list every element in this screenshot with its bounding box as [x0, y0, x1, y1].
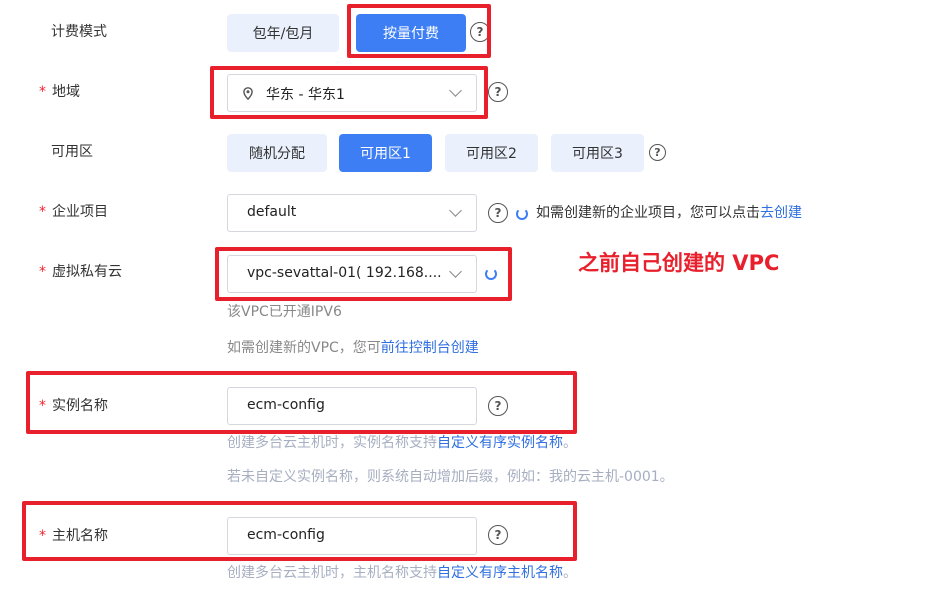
custom-host-name-link[interactable]: 自定义有序主机名称 — [437, 565, 563, 581]
billing-label: 计费模式 — [51, 24, 107, 40]
enterprise-project-value: default — [247, 204, 297, 220]
zone-option-random[interactable]: 随机分配 — [227, 134, 327, 172]
vpc-create-link[interactable]: 前往控制台创建 — [381, 340, 479, 356]
region-label: * 地域 — [39, 82, 80, 102]
required-mark: * — [39, 204, 46, 220]
zone-option-2[interactable]: 可用区2 — [445, 134, 538, 172]
instance-name-hint-text: 创建多台云主机时，实例名称支持 — [227, 435, 437, 451]
vpc-create-hint-text: 如需创建新的VPC，您可 — [227, 340, 381, 356]
highlight-box-host-name — [22, 501, 577, 561]
enterprise-project-label-text: 企业项目 — [52, 204, 108, 220]
vpc-label-text: 虚拟私有云 — [52, 264, 122, 280]
custom-instance-name-link[interactable]: 自定义有序实例名称 — [437, 435, 563, 451]
highlight-box-instance-name — [26, 371, 577, 434]
vpc-label: * 虚拟私有云 — [39, 262, 122, 282]
vpc-ipv6-note: 该VPC已开通IPV6 — [227, 304, 342, 320]
instance-name-suffix-hint: 若未自定义实例名称，则系统自动增加后缀，例如：我的云主机-0001。 — [227, 469, 674, 485]
instance-name-hint-end: 。 — [563, 435, 577, 451]
highlight-box-billing — [347, 4, 491, 58]
vpc-create-hint: 如需创建新的VPC，您可前往控制台创建 — [227, 338, 479, 358]
required-mark: * — [39, 84, 46, 100]
create-enterprise-project-link[interactable]: 去创建 — [760, 205, 802, 221]
highlight-box-vpc — [215, 247, 512, 301]
host-name-hint: 创建多台云主机时，主机名称支持自定义有序主机名称。 — [227, 563, 577, 583]
enterprise-project-hint: 如需创建新的企业项目，您可以点击去创建 — [536, 203, 802, 223]
enterprise-project-select[interactable]: default — [227, 194, 477, 232]
highlight-box-region — [210, 66, 488, 119]
region-help-icon[interactable]: ? — [488, 82, 508, 102]
billing-option-yearly[interactable]: 包年/包月 — [227, 14, 339, 52]
refresh-icon[interactable] — [516, 208, 528, 220]
host-name-hint-text: 创建多台云主机时，主机名称支持 — [227, 565, 437, 581]
host-name-hint-end: 。 — [563, 565, 577, 581]
enterprise-project-hint-text: 如需创建新的企业项目，您可以点击 — [536, 205, 760, 221]
vpc-annotation: 之前自己创建的 VPC — [578, 251, 780, 275]
enterprise-project-label: * 企业项目 — [39, 202, 108, 222]
region-label-text: 地域 — [52, 84, 80, 100]
enterprise-project-help-icon[interactable]: ? — [488, 203, 508, 223]
zone-option-3[interactable]: 可用区3 — [551, 134, 644, 172]
required-mark: * — [39, 264, 46, 280]
zone-label: 可用区 — [51, 144, 93, 160]
zone-help-icon[interactable]: ? — [649, 144, 666, 161]
chevron-down-icon — [449, 204, 462, 217]
instance-name-hint: 创建多台云主机时，实例名称支持自定义有序实例名称。 — [227, 433, 577, 453]
zone-option-1[interactable]: 可用区1 — [339, 134, 432, 172]
